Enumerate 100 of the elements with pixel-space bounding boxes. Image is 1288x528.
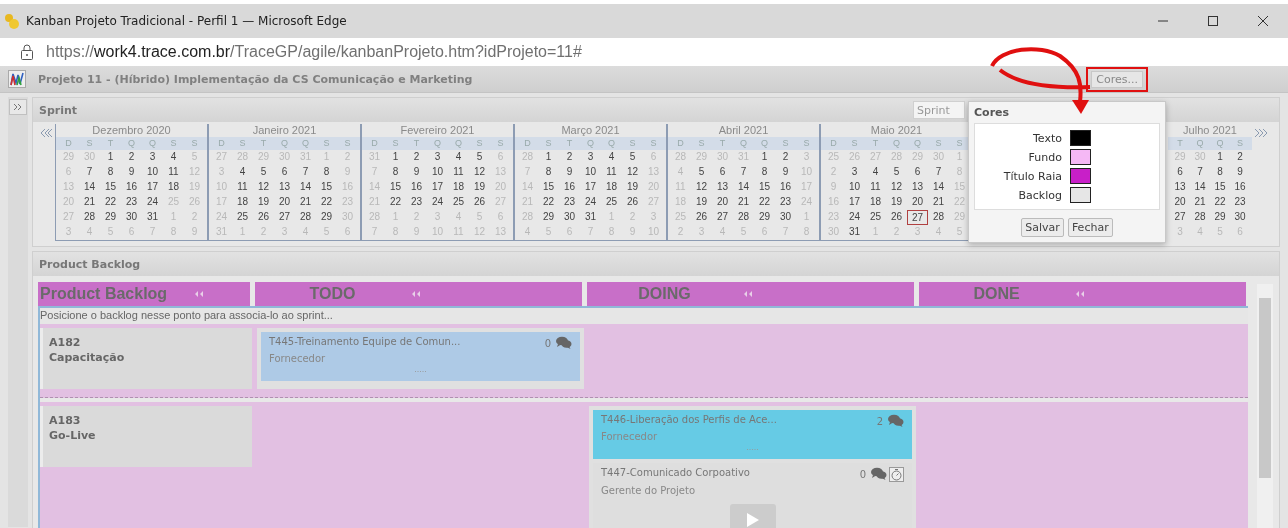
calendar-day[interactable]: 19 bbox=[622, 180, 643, 195]
calendar-day[interactable]: 19 bbox=[691, 195, 712, 210]
calendar-day[interactable]: 22 bbox=[316, 195, 337, 210]
calendar-day[interactable]: 7 bbox=[733, 165, 754, 180]
calendar-day[interactable]: 3 bbox=[580, 150, 601, 165]
calendar-day[interactable]: 15 bbox=[316, 180, 337, 195]
calendar-day[interactable]: 28 bbox=[295, 210, 316, 225]
calendar-day[interactable]: 2 bbox=[775, 150, 796, 165]
calendar-day[interactable]: 17 bbox=[844, 195, 865, 210]
calendar-day[interactable]: 27 bbox=[274, 210, 295, 225]
calendar-day[interactable]: 30 bbox=[121, 210, 142, 225]
calendar-day[interactable]: 4 bbox=[232, 165, 253, 180]
calendar-day[interactable]: 27 bbox=[907, 210, 928, 225]
calendar-day[interactable]: 13 bbox=[274, 180, 295, 195]
calendar-day[interactable]: 17 bbox=[427, 180, 448, 195]
calendar-day[interactable]: 1 bbox=[1210, 150, 1230, 165]
search-field[interactable]: Sprint bbox=[913, 101, 965, 119]
color-swatch[interactable] bbox=[1070, 187, 1091, 203]
calendar-day[interactable]: 29 bbox=[100, 210, 121, 225]
calendar-day[interactable]: 13 bbox=[1170, 180, 1190, 195]
calendar-day[interactable]: 4 bbox=[601, 150, 622, 165]
calendar-day[interactable]: 23 bbox=[1230, 195, 1250, 210]
calendar-day[interactable]: 11 bbox=[601, 165, 622, 180]
calendar-day[interactable]: 4 bbox=[448, 150, 469, 165]
color-swatch[interactable] bbox=[1070, 168, 1091, 184]
scrollbar[interactable] bbox=[1257, 284, 1273, 528]
calendar-day[interactable]: 10 bbox=[844, 180, 865, 195]
color-swatch[interactable] bbox=[1070, 130, 1091, 146]
collapse-icon[interactable] bbox=[742, 290, 754, 298]
comments-icon[interactable] bbox=[887, 414, 904, 428]
calendar-day[interactable]: 28 bbox=[79, 210, 100, 225]
calendar-day[interactable]: 20 bbox=[907, 195, 928, 210]
calendar-day[interactable]: 8 bbox=[538, 165, 559, 180]
calendar-day[interactable]: 17 bbox=[142, 180, 163, 195]
calendar-day[interactable]: 30 bbox=[1230, 210, 1250, 225]
calendar-day[interactable]: 20 bbox=[1170, 195, 1190, 210]
calendar-day[interactable]: 12 bbox=[886, 180, 907, 195]
calendar-day[interactable]: 26 bbox=[253, 210, 274, 225]
calendar-day[interactable]: 15 bbox=[100, 180, 121, 195]
calendar-day[interactable]: 2 bbox=[406, 150, 427, 165]
calendar-day[interactable]: 15 bbox=[754, 180, 775, 195]
expand-button[interactable] bbox=[9, 99, 27, 115]
calendar-day[interactable]: 19 bbox=[253, 195, 274, 210]
calendar-day[interactable]: 19 bbox=[886, 195, 907, 210]
calendar-day[interactable]: 25 bbox=[448, 195, 469, 210]
calendar-day[interactable]: 9 bbox=[559, 165, 580, 180]
calendar-day[interactable]: 21 bbox=[733, 195, 754, 210]
calendar-day[interactable]: 6 bbox=[712, 165, 733, 180]
url-text[interactable]: https://work4.trace.com.br/TraceGP/agile/kanbanProjeto.htm?idProjeto=11# bbox=[46, 43, 582, 61]
calendar-day[interactable]: 17 bbox=[580, 180, 601, 195]
calendar-day[interactable]: 6 bbox=[907, 165, 928, 180]
calendar-day[interactable]: 22 bbox=[385, 195, 406, 210]
calendar-day[interactable]: 20 bbox=[274, 195, 295, 210]
calendar-day[interactable]: 29 bbox=[1210, 210, 1230, 225]
calendar-day[interactable]: 12 bbox=[469, 165, 490, 180]
calendar-day[interactable]: 5 bbox=[469, 150, 490, 165]
close-icon[interactable] bbox=[1257, 15, 1269, 27]
calendar-day[interactable]: 15 bbox=[385, 180, 406, 195]
calendar-day[interactable]: 6 bbox=[274, 165, 295, 180]
calendar-day[interactable]: 6 bbox=[1170, 165, 1190, 180]
calendar-day[interactable]: 12 bbox=[253, 180, 274, 195]
calendar-day[interactable]: 18 bbox=[232, 195, 253, 210]
previous-icon[interactable] bbox=[39, 128, 53, 138]
calendar-day[interactable]: 30 bbox=[775, 210, 796, 225]
calendar-day[interactable]: 29 bbox=[538, 210, 559, 225]
calendar-day[interactable]: 27 bbox=[1170, 210, 1190, 225]
calendar-day[interactable]: 22 bbox=[1210, 195, 1230, 210]
calendar-day[interactable]: 14 bbox=[1190, 180, 1210, 195]
calendar-day[interactable]: 16 bbox=[121, 180, 142, 195]
calendar-day[interactable]: 29 bbox=[754, 210, 775, 225]
calendar-day[interactable]: 9 bbox=[775, 165, 796, 180]
calendar-day[interactable]: 10 bbox=[142, 165, 163, 180]
calendar-day[interactable]: 2 bbox=[121, 150, 142, 165]
calendar-day[interactable]: 15 bbox=[538, 180, 559, 195]
calendar-day[interactable]: 7 bbox=[79, 165, 100, 180]
calendar-day[interactable]: 11 bbox=[232, 180, 253, 195]
calendar-day[interactable]: 3 bbox=[844, 165, 865, 180]
calendar-day[interactable]: 2 bbox=[1230, 150, 1250, 165]
calendar-day[interactable]: 18 bbox=[865, 195, 886, 210]
calendar-day[interactable]: 2 bbox=[559, 150, 580, 165]
maximize-icon[interactable] bbox=[1207, 15, 1219, 27]
calendar-day[interactable]: 22 bbox=[754, 195, 775, 210]
calendar-day[interactable]: 8 bbox=[754, 165, 775, 180]
calendar-day[interactable]: 5 bbox=[622, 150, 643, 165]
calendar-day[interactable]: 25 bbox=[232, 210, 253, 225]
calendar-day[interactable]: 27 bbox=[712, 210, 733, 225]
calendar-day[interactable]: 26 bbox=[622, 195, 643, 210]
calendar-day[interactable]: 7 bbox=[295, 165, 316, 180]
calendar-day[interactable]: 20 bbox=[712, 195, 733, 210]
collapse-icon[interactable] bbox=[410, 290, 422, 298]
scrollbar-thumb[interactable] bbox=[1259, 298, 1271, 478]
calendar-day[interactable]: 24 bbox=[427, 195, 448, 210]
calendar-day[interactable]: 22 bbox=[538, 195, 559, 210]
calendar-day[interactable]: 16 bbox=[775, 180, 796, 195]
calendar-day[interactable]: 15 bbox=[1210, 180, 1230, 195]
calendar-day[interactable]: 7 bbox=[1190, 165, 1210, 180]
calendar-day[interactable]: 14 bbox=[733, 180, 754, 195]
calendar-day[interactable]: 23 bbox=[559, 195, 580, 210]
calendar-day[interactable]: 21 bbox=[79, 195, 100, 210]
calendar-day[interactable]: 16 bbox=[1230, 180, 1250, 195]
